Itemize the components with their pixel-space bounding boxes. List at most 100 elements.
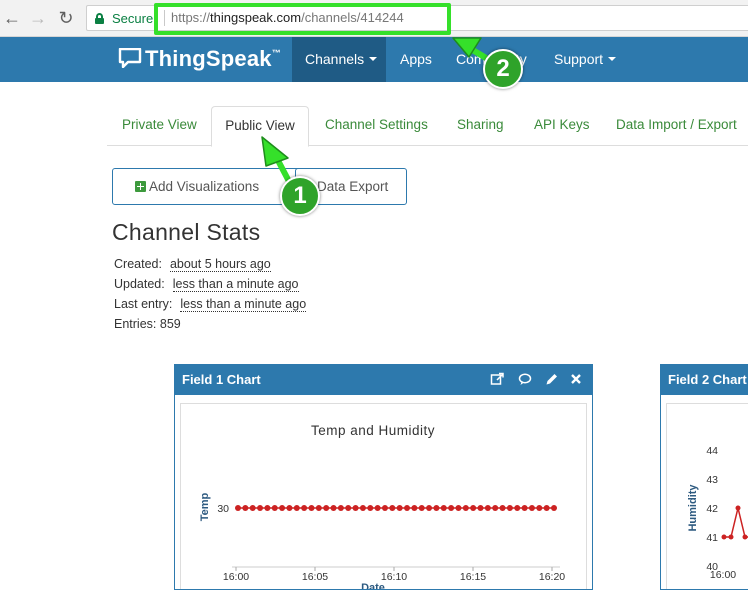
field-2-chart-panel: Field 2 Chart Humidity 44 43 42 41 40 16:00	[660, 364, 748, 590]
field-1-chart-area: Temp and Humidity Temp Date 16:00 16:05 16…	[180, 403, 587, 589]
data-point	[735, 505, 741, 511]
data-point	[426, 505, 433, 511]
data-point	[264, 505, 271, 511]
data-point	[308, 505, 315, 511]
comment-icon[interactable]	[518, 371, 532, 387]
field-2-chart-title: Field 2 Chart	[668, 372, 747, 387]
tab-api-keys[interactable]: API Keys	[534, 106, 590, 146]
data-point	[528, 505, 535, 511]
data-point	[551, 505, 557, 511]
data-point	[433, 505, 440, 511]
stat-created-label: Created:	[114, 257, 162, 271]
screenshot-root: ← → ↻ Secure https://thingspeak.com/chan…	[0, 0, 748, 590]
nav-support[interactable]: Support	[554, 37, 617, 82]
x-tick-label: 16:10	[381, 571, 407, 583]
plus-square-icon	[135, 181, 146, 192]
data-point	[257, 505, 264, 511]
y-axis-label: Temp	[199, 492, 211, 521]
brand-name: ThingSpeak	[145, 46, 272, 71]
data-point	[492, 505, 499, 511]
data-export-label: Data Export	[317, 179, 389, 194]
app-navbar: ThingSpeak™ Channels Apps Community Supp…	[0, 37, 748, 82]
data-point	[389, 505, 396, 511]
tab-sharing[interactable]: Sharing	[457, 106, 504, 146]
data-point	[418, 505, 425, 511]
tab-channel-settings[interactable]: Channel Settings	[325, 106, 428, 146]
lock-icon	[95, 13, 104, 24]
nav-apps[interactable]: Apps	[400, 37, 432, 82]
add-visualizations-button[interactable]: Add Visualizations	[112, 168, 305, 205]
chart-title: Temp and Humidity	[311, 423, 435, 438]
data-point	[345, 505, 352, 511]
data-point	[521, 505, 528, 511]
data-point	[404, 505, 411, 511]
callout-2: 2	[483, 49, 523, 89]
field-1-chart-panel: Field 1 Chart Temp and Humidity Temp Dat…	[174, 364, 593, 590]
channel-stats-title: Channel Stats	[112, 219, 261, 245]
add-visualizations-label: Add Visualizations	[149, 179, 260, 194]
data-point	[381, 505, 388, 511]
data-point	[506, 505, 513, 511]
stat-last-entry: Last entry: less than a minute ago	[114, 297, 307, 312]
data-point	[301, 505, 308, 511]
reload-icon[interactable]: ↻	[55, 7, 77, 29]
stat-created-value: about 5 hours ago	[169, 257, 271, 272]
data-point	[543, 505, 550, 511]
x-tick-label: 16:00	[710, 569, 736, 581]
field-1-chart-svg: Temp and Humidity Temp Date 16:00 16:05 16…	[199, 423, 565, 590]
data-point	[411, 505, 418, 511]
x-tick-label: 16:20	[539, 571, 565, 583]
stat-updated: Updated: less than a minute ago	[114, 277, 299, 292]
back-arrow-icon[interactable]: ←	[1, 7, 23, 29]
y-tick-label: 42	[706, 503, 718, 515]
tab-private-view[interactable]: Private View	[122, 106, 197, 146]
data-point	[279, 505, 286, 511]
data-point	[455, 505, 462, 511]
y-axis-label: Humidity	[687, 484, 699, 532]
data-point	[337, 505, 344, 511]
data-point	[359, 505, 366, 511]
stat-entries-value: 859	[159, 317, 181, 331]
pencil-icon[interactable]	[544, 371, 558, 387]
data-point	[440, 505, 447, 511]
field-1-chart-title: Field 1 Chart	[182, 372, 261, 387]
forward-arrow-icon[interactable]: →	[27, 7, 49, 29]
stat-last-entry-value: less than a minute ago	[180, 297, 307, 312]
caret-down-icon	[608, 57, 617, 62]
y-tick-label: 41	[706, 532, 718, 544]
stat-entries: Entries: 859	[114, 317, 181, 331]
data-point	[330, 505, 337, 511]
external-link-icon[interactable]	[490, 371, 504, 387]
data-point	[477, 505, 484, 511]
nav-channels[interactable]: Channels	[292, 37, 386, 82]
stat-last-entry-label: Last entry:	[114, 297, 173, 311]
data-point	[352, 505, 359, 511]
channel-tabs: Private View Public View Channel Setting…	[107, 106, 748, 147]
data-point	[249, 505, 256, 511]
stat-created: Created: about 5 hours ago	[114, 257, 271, 272]
data-point	[728, 534, 734, 540]
x-tick-label: 16:00	[223, 571, 249, 583]
x-tick-label: 16:05	[302, 571, 328, 583]
data-point	[271, 505, 278, 511]
tab-public-view[interactable]: Public View	[211, 106, 309, 147]
data-point	[448, 505, 455, 511]
data-point	[396, 505, 403, 511]
tab-data-import-export[interactable]: Data Import / Export	[616, 106, 737, 146]
data-point	[293, 505, 300, 511]
x-tick-label: 16:15	[460, 571, 486, 583]
y-tick-label: 43	[706, 474, 718, 486]
nav-channels-label: Channels	[305, 51, 365, 67]
close-icon[interactable]	[569, 371, 583, 387]
x-axis-label: Date	[361, 582, 385, 590]
brand-trademark: ™	[271, 48, 281, 58]
data-point	[462, 505, 469, 511]
caret-down-icon	[369, 57, 378, 62]
y-tick-label: 44	[706, 445, 718, 457]
data-point	[514, 505, 521, 511]
stat-entries-label: Entries:	[114, 317, 157, 331]
field-2-chart-svg: Humidity 444342414016:00	[687, 445, 748, 581]
data-point	[721, 534, 727, 540]
data-point	[242, 505, 249, 511]
callout-1: 1	[280, 176, 320, 216]
